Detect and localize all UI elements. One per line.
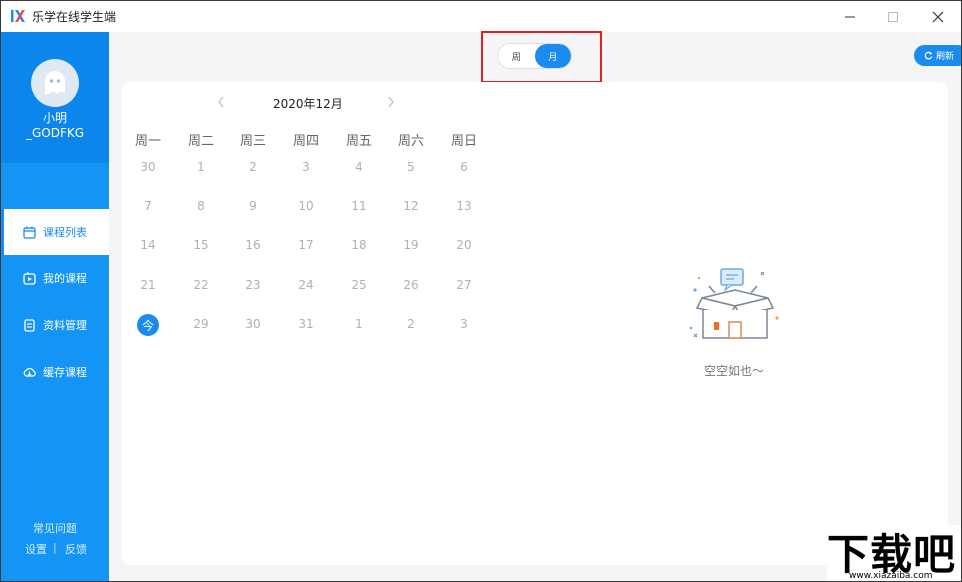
play-box-icon: [23, 271, 36, 285]
calendar-day[interactable]: 21: [128, 278, 168, 292]
weekday-header: 周一: [134, 134, 161, 149]
calendar-day[interactable]: 12: [391, 199, 431, 213]
calendar-day[interactable]: 31: [286, 317, 326, 331]
calendar-card: 2020年12月 周一 周二 周三 周四 周五 周六 周日 30 1 2 3 4 5 6 7 8 9 10 11 1…: [122, 82, 948, 565]
weekday-header: 周三: [239, 134, 266, 149]
title-bar: 乐学在线学生端: [1, 1, 961, 32]
calendar-day[interactable]: 30: [233, 317, 273, 331]
calendar-day[interactable]: 10: [286, 199, 326, 213]
calendar-day[interactable]: 24: [286, 278, 326, 292]
calendar-day[interactable]: 11: [339, 199, 379, 213]
prev-month-button[interactable]: [214, 95, 228, 109]
refresh-button[interactable]: 刷新: [914, 45, 961, 66]
weekday-header: 周四: [292, 134, 319, 149]
sidebar: 小明 _GODFKG 课程列表 我的课程 资料管理 缓存课程 常见问题 设置 |…: [1, 32, 109, 581]
empty-state-text: 空空如也～: [703, 364, 764, 378]
calendar-day[interactable]: 26: [391, 278, 431, 292]
faq-link[interactable]: 常见问题: [33, 520, 77, 536]
chevron-right-icon: [388, 96, 394, 108]
calendar-day[interactable]: 13: [444, 199, 484, 213]
avatar[interactable]: [31, 59, 79, 107]
calendar-day[interactable]: 2: [233, 160, 273, 174]
calendar-day[interactable]: 19: [391, 238, 431, 252]
ghost-avatar-icon: [45, 71, 65, 94]
username: 小明 _GODFKG: [1, 111, 109, 141]
calendar-day[interactable]: 29: [181, 317, 221, 331]
calendar-day[interactable]: 5: [391, 160, 431, 174]
empty-box-icon: [689, 268, 779, 339]
calendar-icon: [23, 226, 36, 239]
sidebar-item-course-list[interactable]: 课程列表: [1, 209, 109, 255]
feedback-link[interactable]: 反馈: [65, 541, 87, 557]
sidebar-item-label: 缓存课程: [43, 366, 87, 379]
calendar-day[interactable]: 20: [444, 238, 484, 252]
close-button[interactable]: [915, 1, 961, 32]
chevron-left-icon: [218, 96, 224, 108]
calendar-day[interactable]: 22: [181, 278, 221, 292]
calendar-day[interactable]: 15: [181, 238, 221, 252]
close-icon: [932, 11, 944, 22]
calendar-day[interactable]: 14: [128, 238, 168, 252]
sidebar-item-my-courses[interactable]: 我的课程: [1, 255, 109, 301]
calendar-day[interactable]: 3: [444, 317, 484, 331]
maximize-button[interactable]: [870, 1, 916, 32]
calendar-day[interactable]: 3: [286, 160, 326, 174]
calendar-day[interactable]: 25: [339, 278, 379, 292]
minimize-icon: [845, 16, 855, 17]
calendar-day[interactable]: 30: [128, 160, 168, 174]
user-profile: 小明 _GODFKG: [1, 32, 109, 163]
footer-separator: |: [53, 541, 57, 554]
minimize-button[interactable]: [827, 1, 873, 32]
calendar-day[interactable]: 8: [181, 199, 221, 213]
refresh-label: 刷新: [936, 52, 955, 62]
sidebar-item-label: 我的课程: [43, 272, 87, 285]
calendar-day[interactable]: 1: [339, 317, 379, 331]
watermark-url: www.xiazaiba.com: [849, 571, 933, 581]
cloud-download-icon: [23, 366, 36, 379]
calendar-day[interactable]: 1: [181, 160, 221, 174]
calendar-day[interactable]: 9: [233, 199, 273, 213]
calendar-day[interactable]: 4: [339, 160, 379, 174]
calendar-day[interactable]: 2: [391, 317, 431, 331]
settings-link[interactable]: 设置: [25, 541, 47, 557]
weekday-header: 周六: [397, 134, 424, 149]
username-line1: 小明: [42, 111, 67, 125]
sidebar-item-cached-courses[interactable]: 缓存课程: [1, 349, 109, 395]
calendar-day[interactable]: 27: [444, 278, 484, 292]
calendar-day[interactable]: 18: [339, 238, 379, 252]
calendar-day[interactable]: 23: [233, 278, 273, 292]
weekday-header: 周日: [450, 134, 477, 149]
calendar-day[interactable]: 17: [286, 238, 326, 252]
month-title: 2020年12月: [273, 97, 343, 111]
highlight-annotation: [481, 31, 602, 83]
username-line2: _GODFKG: [25, 126, 85, 140]
calendar-day[interactable]: 6: [444, 160, 484, 174]
sidebar-item-materials[interactable]: 资料管理: [1, 302, 109, 348]
calendar-day[interactable]: 16: [233, 238, 273, 252]
document-stack-icon: [23, 318, 36, 332]
app-window: 乐学在线学生端 小明 _GODFKG 课程列表 我的课程 资料管理 缓存课程 常…: [0, 0, 962, 582]
next-month-button[interactable]: [384, 95, 398, 109]
today-marker[interactable]: 今: [137, 314, 159, 336]
weekday-header: 周二: [187, 134, 214, 149]
sidebar-item-label: 课程列表: [43, 226, 87, 239]
weekday-header: 周五: [345, 134, 372, 149]
refresh-icon: [924, 51, 933, 60]
sidebar-item-label: 资料管理: [43, 319, 87, 332]
maximize-icon: [888, 11, 898, 22]
watermark: 下载吧 www.xiazaiba.com: [827, 525, 961, 581]
calendar-day[interactable]: 7: [128, 199, 168, 213]
lexue-logo-icon: [11, 10, 25, 22]
app-title: 乐学在线学生端: [32, 10, 117, 24]
